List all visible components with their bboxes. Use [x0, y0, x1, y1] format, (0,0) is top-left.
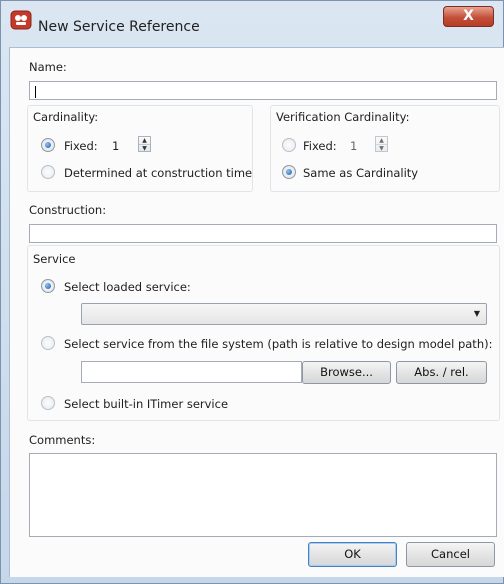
cardinality-fixed-value[interactable]: 1	[112, 139, 119, 153]
cancel-button[interactable]: Cancel	[406, 542, 495, 567]
loaded-service-dropdown[interactable]: ▼	[81, 303, 487, 325]
app-icon	[10, 10, 32, 30]
verification-same-label: Same as Cardinality	[303, 166, 419, 180]
cardinality-spinner[interactable]: ▲ ▼	[138, 136, 151, 152]
spin-up-icon[interactable]: ▲	[139, 137, 150, 144]
service-group-label: Service	[33, 252, 76, 266]
spin-down-icon[interactable]: ▼	[139, 144, 150, 152]
text-cursor	[35, 86, 36, 98]
verification-fixed-label: Fixed:	[303, 139, 337, 153]
service-file-label: Select service from the file system (pat…	[64, 337, 493, 351]
cardinality-determined-label: Determined at construction time	[64, 166, 253, 180]
window-title: New Service Reference	[38, 19, 200, 35]
title-bar[interactable]: New Service Reference X	[1, 1, 504, 47]
verification-same-radio[interactable]	[282, 165, 296, 179]
cardinality-determined-radio[interactable]	[41, 165, 55, 179]
service-builtin-radio[interactable]	[41, 396, 55, 410]
service-file-path-input[interactable]	[81, 361, 302, 383]
abs-rel-button[interactable]: Abs. / rel.	[396, 361, 487, 384]
comments-textarea[interactable]	[29, 453, 497, 537]
close-button[interactable]: X	[443, 6, 494, 27]
dialog-window: New Service Reference X Name: Cardinalit…	[0, 0, 504, 584]
browse-button[interactable]: Browse...	[302, 361, 391, 384]
comments-label: Comments:	[29, 433, 96, 447]
dialog-content: Name: Cardinality: Fixed: 1 ▲ ▼ Determin…	[9, 47, 504, 577]
name-label: Name:	[29, 60, 67, 74]
ok-button[interactable]: OK	[308, 542, 397, 567]
cardinality-fixed-label: Fixed:	[64, 139, 98, 153]
chevron-down-icon: ▼	[473, 309, 480, 318]
verification-fixed-value[interactable]: 1	[350, 139, 357, 153]
spin-down-icon[interactable]: ▼	[376, 144, 387, 152]
service-loaded-radio[interactable]	[41, 279, 55, 293]
cardinality-fixed-radio[interactable]	[41, 138, 55, 152]
spin-up-icon[interactable]: ▲	[376, 137, 387, 144]
service-loaded-label: Select loaded service:	[64, 280, 191, 294]
construction-label: Construction:	[29, 203, 107, 217]
verification-fixed-radio[interactable]	[282, 138, 296, 152]
service-file-radio[interactable]	[41, 336, 55, 350]
verification-cardinality-label: Verification Cardinality:	[276, 110, 410, 124]
service-group	[27, 245, 500, 421]
cardinality-label: Cardinality:	[33, 110, 99, 124]
name-input[interactable]	[29, 81, 497, 100]
service-builtin-label: Select built-in ITimer service	[64, 397, 229, 411]
construction-input[interactable]	[29, 224, 497, 243]
close-icon: X	[463, 8, 474, 24]
verification-spinner[interactable]: ▲ ▼	[375, 136, 388, 152]
